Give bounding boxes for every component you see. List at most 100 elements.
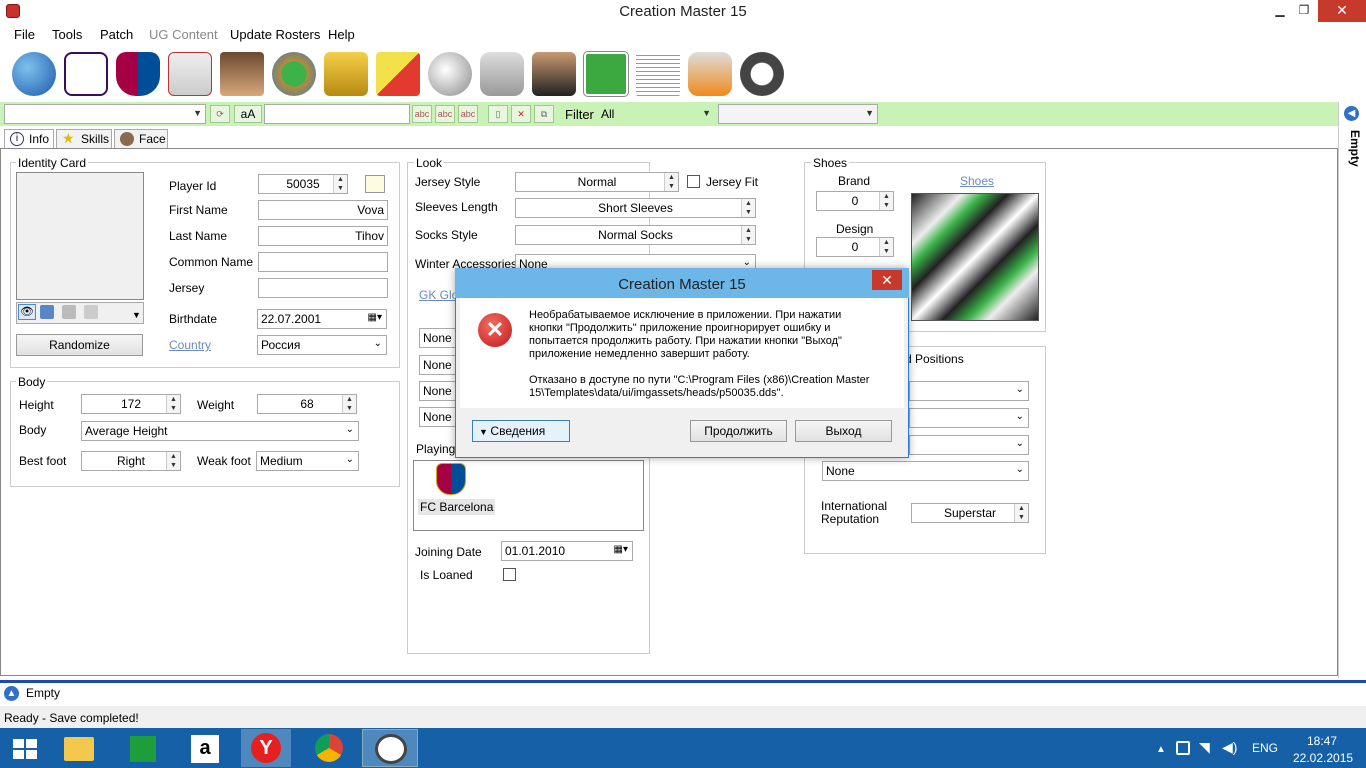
amazon-taskbar-button[interactable]: a <box>180 729 230 767</box>
look-option-select[interactable]: None <box>419 328 459 348</box>
height-field[interactable]: 172 ▲ ▼ <box>81 394 181 414</box>
menu-ug-content[interactable]: UG Content <box>149 27 218 42</box>
look-option-select[interactable]: None <box>419 407 459 427</box>
filter-select[interactable]: All ▼ <box>597 104 715 124</box>
new-id-icon[interactable] <box>365 175 385 193</box>
expand-up-icon[interactable]: ▲ <box>4 686 19 701</box>
delete-photo-icon[interactable] <box>84 305 98 319</box>
tab-skills[interactable]: ★ Skills <box>56 129 112 149</box>
jersey-style-field[interactable]: Normal ▲ ▼ <box>515 172 679 192</box>
position-select[interactable]: ⌄ <box>909 408 1029 428</box>
yandex-taskbar-button[interactable]: Y <box>241 729 291 767</box>
clock-date[interactable]: 22.02.2015 <box>1293 751 1353 765</box>
player-search-combo[interactable]: ▼ <box>4 104 206 124</box>
menu-patch[interactable]: Patch <box>100 27 133 42</box>
menu-file[interactable]: File <box>14 27 35 42</box>
shoe-design-spinner[interactable]: ▲ ▼ <box>879 238 893 256</box>
height-spinner[interactable]: ▲ ▼ <box>166 395 180 413</box>
refresh-icon[interactable]: ⟳ <box>210 105 230 123</box>
shoes-link[interactable]: Shoes <box>960 174 994 188</box>
secondary-filter-select[interactable]: ▼ <box>718 104 878 124</box>
player-face-icon[interactable] <box>220 52 264 96</box>
stadium-icon[interactable] <box>272 52 316 96</box>
randomize-button[interactable]: Randomize <box>16 334 143 356</box>
weight-field[interactable]: 68 ▲ ▼ <box>257 394 357 414</box>
expand-icon[interactable]: ◀ <box>1344 106 1359 121</box>
restore-button[interactable]: ❐ <box>1288 0 1320 22</box>
jersey-field[interactable] <box>258 278 388 298</box>
position-select[interactable]: ⌄ <box>909 435 1029 455</box>
club-name[interactable]: FC Barcelona <box>418 499 496 515</box>
best-foot-spinner[interactable]: ▲ ▼ <box>166 452 180 470</box>
birthdate-picker[interactable]: 22.07.2001 ▦▾ <box>257 309 387 329</box>
country-select[interactable]: Россия ⌄ <box>257 335 387 355</box>
continue-button[interactable]: Продолжить <box>690 420 787 442</box>
tab-info[interactable]: i Info <box>4 129 54 150</box>
language-indicator[interactable]: ENG <box>1252 741 1278 755</box>
power-icon[interactable] <box>1176 741 1190 755</box>
tab-face[interactable]: Face <box>114 129 168 149</box>
fcb-crest-icon[interactable] <box>116 52 160 96</box>
eye-icon[interactable]: 👁 <box>18 304 36 320</box>
player-id-spinner[interactable]: ▲ ▼ <box>333 175 347 193</box>
abc-search-icon[interactable]: abc <box>435 105 455 123</box>
premier-league-icon[interactable] <box>64 52 108 96</box>
shoe-brand-spinner[interactable]: ▲ ▼ <box>879 192 893 210</box>
goalkeeper-glove-icon[interactable] <box>688 52 732 96</box>
menu-tools[interactable]: Tools <box>52 27 82 42</box>
abc-search-icon[interactable]: abc <box>458 105 478 123</box>
calendar-icon[interactable]: ▦▾ <box>368 312 382 323</box>
international-reputation-field[interactable]: Superstar ▲ ▼ <box>911 503 1029 523</box>
referee-cards-icon[interactable] <box>376 52 420 96</box>
international-reputation-spinner[interactable]: ▲ ▼ <box>1014 504 1028 522</box>
best-foot-field[interactable]: Right ▲ ▼ <box>81 451 181 471</box>
sleeves-length-field[interactable]: Short Sleeves ▲ ▼ <box>515 198 756 218</box>
globe-icon[interactable] <box>12 52 56 96</box>
export-photo-icon[interactable] <box>62 305 76 319</box>
position-select[interactable]: None ⌄ <box>822 461 1029 481</box>
ball-icon[interactable] <box>428 52 472 96</box>
delete-record-icon[interactable]: ✕ <box>511 105 531 123</box>
country-link[interactable]: Country <box>169 338 211 352</box>
socks-style-field[interactable]: Normal Socks ▲ ▼ <box>515 225 756 245</box>
close-button[interactable]: ✕ <box>1318 0 1366 22</box>
joining-date-picker[interactable]: 01.01.2010 ▦▾ <box>501 541 633 561</box>
look-option-select[interactable]: None <box>419 355 459 375</box>
last-name-field[interactable]: Tihov <box>258 226 388 246</box>
weight-spinner[interactable]: ▲ ▼ <box>342 395 356 413</box>
store-taskbar-button[interactable] <box>118 729 168 767</box>
socks-style-spinner[interactable]: ▲ ▼ <box>741 226 755 244</box>
calendar-icon[interactable]: ▦▾ <box>614 544 628 555</box>
world-cup-trophy-icon[interactable] <box>324 52 368 96</box>
position-select[interactable]: ⌄ <box>909 381 1029 401</box>
dialog-close-button[interactable]: ✕ <box>872 270 902 290</box>
menu-help[interactable]: Help <box>328 27 355 42</box>
player-id-field[interactable]: 50035 ▲ ▼ <box>258 174 348 194</box>
shoe-brand-field[interactable]: 0 ▲ ▼ <box>816 191 894 211</box>
common-name-field[interactable] <box>258 252 388 272</box>
start-button[interactable] <box>0 729 50 767</box>
menu-update-rosters[interactable]: Update Rosters <box>230 27 320 42</box>
is-loaned-checkbox[interactable] <box>503 568 516 581</box>
photo-menu-icon[interactable]: ▼ <box>132 310 141 320</box>
new-record-icon[interactable]: ▯ <box>488 105 508 123</box>
sleeves-length-spinner[interactable]: ▲ ▼ <box>741 199 755 217</box>
jersey-fit-checkbox[interactable] <box>687 175 700 188</box>
search-input[interactable] <box>264 104 410 124</box>
import-photo-icon[interactable] <box>40 305 54 319</box>
headphones-icon[interactable] <box>740 52 784 96</box>
explorer-taskbar-button[interactable] <box>54 729 104 767</box>
first-name-field[interactable]: Vova <box>258 200 388 220</box>
manager-icon[interactable] <box>532 52 576 96</box>
body-type-select[interactable]: Average Height ⌄ <box>81 421 359 441</box>
clock-time[interactable]: 18:47 <box>1307 734 1337 748</box>
shoe-design-field[interactable]: 0 ▲ ▼ <box>816 237 894 257</box>
jersey-style-spinner[interactable]: ▲ ▼ <box>664 173 678 191</box>
weak-foot-select[interactable]: Medium ⌄ <box>256 451 359 471</box>
exit-button[interactable]: Выход <box>795 420 892 442</box>
jersey-icon[interactable] <box>168 52 212 96</box>
abc-search-icon[interactable]: abc <box>412 105 432 123</box>
pitch-icon[interactable] <box>583 51 629 97</box>
boot-icon[interactable] <box>480 52 524 96</box>
details-button[interactable]: ▼ Сведения <box>472 420 570 442</box>
